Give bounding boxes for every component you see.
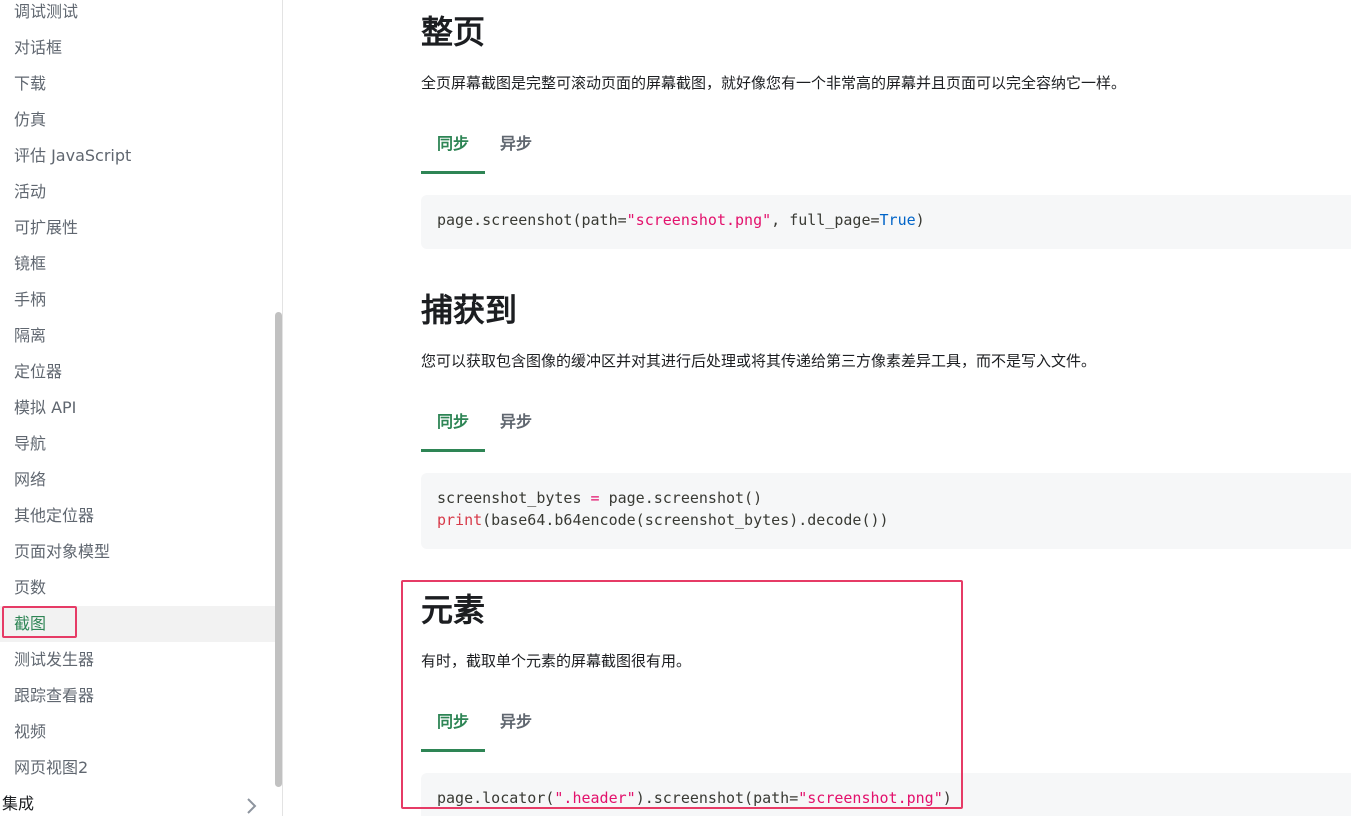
language-tabs: 同步 异步 [421,394,1351,452]
sidebar-item-other-locators[interactable]: 其他定位器 [0,498,276,534]
code-block[interactable]: page.screenshot(path="screenshot.png", f… [421,195,1351,249]
sidebar-item-dialogs[interactable]: 对话框 [0,30,276,66]
sidebar-item-videos[interactable]: 视频 [0,714,276,750]
active-item-highlight-box [2,606,77,638]
sidebar-list: 调试测试 对话框 下载 仿真 评估 JavaScript 活动 可扩展性 镜框 … [0,0,276,786]
sidebar-item-evaluating-javascript[interactable]: 评估 JavaScript [0,138,276,174]
sidebar-item-isolation[interactable]: 隔离 [0,318,276,354]
code-line: print(base64.b64encode(screenshot_bytes)… [437,511,889,529]
sidebar-scrollbar-thumb[interactable] [275,312,282,787]
sidebar-category-label: 集成 [2,794,35,813]
section-description: 您可以获取包含图像的缓冲区并对其进行后处理或将其传递给第三方像素差异工具，而不是… [421,352,1097,370]
sidebar-item-downloads[interactable]: 下载 [0,66,276,102]
sidebar-scrollbar[interactable] [274,0,282,816]
sidebar-item-test-generator[interactable]: 测试发生器 [0,642,276,678]
tab-async[interactable]: 异步 [485,394,547,452]
sidebar-item-trace-viewer[interactable]: 跟踪查看器 [0,678,276,714]
sidebar-category-integrations[interactable]: 集成 [0,786,276,816]
sidebar-item-network[interactable]: 网络 [0,462,276,498]
sidebar-item-emulation[interactable]: 仿真 [0,102,276,138]
sidebar-item-navigations[interactable]: 导航 [0,426,276,462]
section-element: 元素 有时，截取单个元素的屏幕截图很有用。 同步 异步 page.locator… [421,590,1351,816]
sidebar-item-pages[interactable]: 页数 [0,570,276,606]
tab-async[interactable]: 异步 [485,694,547,752]
section-description: 有时，截取单个元素的屏幕截图很有用。 [421,652,692,670]
section-capture-buffer: 捕获到 您可以获取包含图像的缓冲区并对其进行后处理或将其传递给第三方像素差异工具… [421,290,1351,549]
sidebar-item-webview2[interactable]: 网页视图2 [0,750,276,786]
section-full-page: 整页 全页屏幕截图是完整可滚动页面的屏幕截图，就好像您有一个非常高的屏幕并且页面… [421,12,1351,249]
sidebar-item-debugging[interactable]: 调试测试 [0,0,276,30]
sidebar-item-frames[interactable]: 镜框 [0,246,276,282]
language-tabs: 同步 异步 [421,694,1351,752]
tab-sync[interactable]: 同步 [421,694,485,752]
tab-async[interactable]: 异步 [485,116,547,174]
sidebar-item-extensibility[interactable]: 可扩展性 [0,210,276,246]
section-heading: 整页 [421,13,486,51]
chevron-right-icon[interactable] [246,786,258,816]
sidebar-item-events[interactable]: 活动 [0,174,276,210]
code-line: screenshot_bytes = page.screenshot() [437,489,763,507]
docs-sidebar: 调试测试 对话框 下载 仿真 评估 JavaScript 活动 可扩展性 镜框 … [0,0,283,816]
tab-sync[interactable]: 同步 [421,394,485,452]
language-tabs: 同步 异步 [421,116,1351,174]
section-heading: 捕获到 [421,291,518,329]
tab-sync[interactable]: 同步 [421,116,485,174]
sidebar-item-mock-apis[interactable]: 模拟 API [0,390,276,426]
code-line: page.locator(".header").screenshot(path=… [437,789,952,807]
sidebar-item-handles[interactable]: 手柄 [0,282,276,318]
sidebar-item-page-object-models[interactable]: 页面对象模型 [0,534,276,570]
section-heading: 元素 [421,591,486,629]
doc-content: 整页 全页屏幕截图是完整可滚动页面的屏幕截图，就好像您有一个非常高的屏幕并且页面… [283,0,1351,816]
code-block[interactable]: screenshot_bytes = page.screenshot() pri… [421,473,1351,549]
section-description: 全页屏幕截图是完整可滚动页面的屏幕截图，就好像您有一个非常高的屏幕并且页面可以完… [421,74,1127,92]
code-line: page.screenshot(path="screenshot.png", f… [437,211,925,229]
sidebar-item-locators[interactable]: 定位器 [0,354,276,390]
code-block[interactable]: page.locator(".header").screenshot(path=… [421,773,1351,816]
